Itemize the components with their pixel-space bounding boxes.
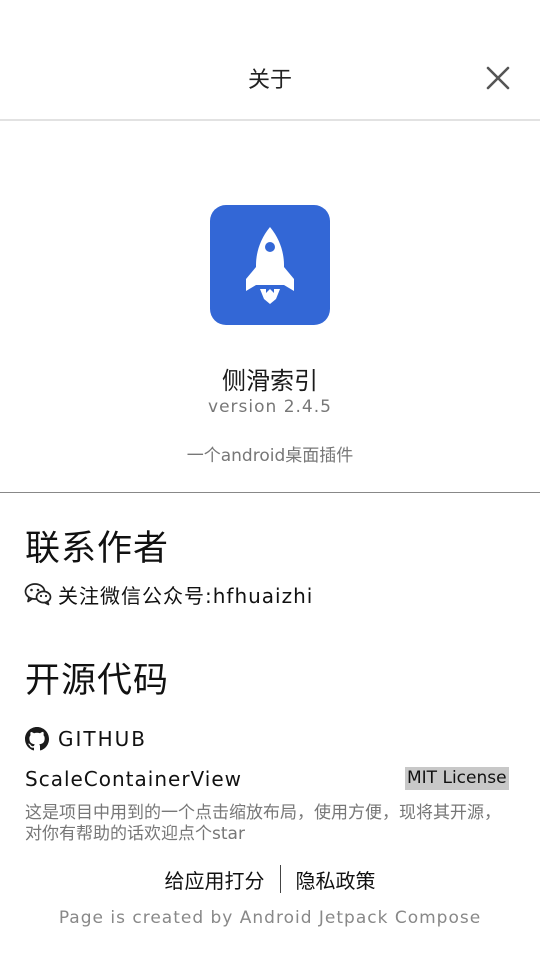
rocket-icon [246, 227, 294, 304]
github-link[interactable]: GITHUB [25, 726, 147, 752]
contact-section-title: 联系作者 [25, 529, 170, 569]
footer-links: 给应用打分 隐私政策 [0, 864, 540, 894]
close-button[interactable] [484, 64, 512, 92]
wechat-account-text: 关注微信公众号:hfhuaizhi [58, 583, 314, 608]
footer-note: Page is created by Android Jetpack Compo… [58, 908, 482, 928]
repo-description: 这是项目中用到的一个点击缩放布局，使用方便，现将其开源，对你有帮助的话欢迎点个s… [25, 803, 501, 844]
privacy-policy-button[interactable]: 隐私政策 [281, 865, 391, 894]
rate-app-button[interactable]: 给应用打分 [150, 865, 280, 894]
app-description: 一个android桌面插件 [186, 446, 354, 466]
license-badge[interactable]: MIT License [405, 767, 509, 790]
app-name: 侧滑索引 [222, 367, 318, 395]
opensource-section-title: 开源代码 [25, 661, 170, 701]
wechat-contact-row[interactable]: 关注微信公众号:hfhuaizhi [24, 579, 313, 609]
wechat-icon [24, 583, 52, 606]
close-icon [486, 66, 510, 90]
github-label: GITHUB [58, 727, 148, 751]
app-icon [210, 205, 330, 325]
app-version: version 2.4.5 [208, 397, 332, 417]
section-divider [0, 492, 540, 493]
repo-name-link[interactable]: ScaleContainerView [25, 767, 242, 791]
page-title: 关于 [247, 68, 292, 93]
top-app-bar: 关于 [0, 0, 540, 121]
github-icon [25, 727, 49, 751]
